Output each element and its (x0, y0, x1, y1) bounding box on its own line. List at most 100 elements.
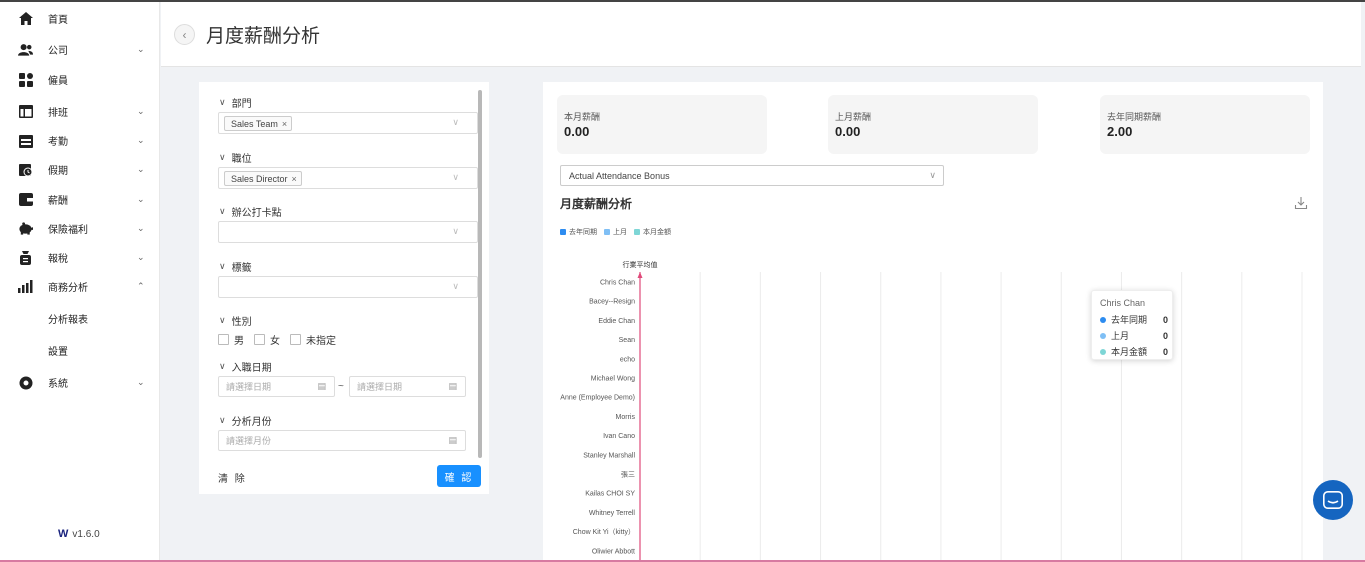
sidebar-item-home[interactable]: 首頁 (0, 4, 160, 33)
clear-button[interactable]: 清 除 (218, 470, 247, 485)
sidebar-item-company[interactable]: 公司 ⌄ (0, 35, 160, 64)
app-version: W v1.6.0 (58, 528, 100, 540)
tooltip-row: 本月金額 0 (1100, 345, 1168, 358)
filter-department-label[interactable]: ∨ 部門 (219, 95, 252, 110)
chevron-down-icon: ⌄ (137, 164, 145, 174)
chevron-down-icon: ∨ (219, 361, 226, 371)
calendar-clock-icon (18, 163, 33, 177)
filter-tags-label[interactable]: ∨ 標籤 (219, 259, 252, 274)
sidebar-subitem-settings[interactable]: 設置 (0, 336, 160, 365)
close-icon[interactable]: × (282, 119, 287, 129)
chevron-down-icon: ⌄ (137, 106, 145, 116)
gender-male-checkbox[interactable]: 男 (218, 332, 244, 347)
sidebar-item-tax[interactable]: 報稅 ⌄ (0, 243, 160, 272)
tags-select[interactable]: ∨ (218, 276, 478, 298)
sidebar-item-system[interactable]: 系統 ⌄ (0, 368, 160, 397)
category-label: Eddie Chan (598, 318, 635, 325)
chevron-down-icon: ∨ (929, 170, 936, 180)
legend-label: 本月金額 (643, 229, 671, 236)
filter-join-date-label[interactable]: ∨ 入職日期 (219, 359, 272, 374)
position-tag: Sales Director × (224, 171, 302, 186)
sidebar-item-attendance[interactable]: 考勤 ⌄ (0, 126, 160, 155)
analysis-month-input[interactable]: 請選擇月份 ▤ (218, 430, 466, 451)
sidebar: 首頁 公司 ⌄ 僱員 排班 ⌄ 考勤 ⌄ 假期 ⌄ 薪酬 ⌄ 保險福利 ⌄ 報稅… (0, 2, 160, 560)
sidebar-item-label: 僱員 (48, 76, 68, 87)
department-tag: Sales Team × (224, 116, 293, 131)
category-label: Michael Wong (591, 376, 635, 383)
sidebar-item-label: 系統 (48, 379, 68, 390)
chevron-down-icon: ∨ (219, 152, 226, 162)
chart-title: 月度薪酬分析 (560, 197, 633, 211)
bar-chart-icon (18, 280, 33, 294)
category-label: 張三 (621, 471, 635, 479)
sidebar-item-scheduling[interactable]: 排班 ⌄ (0, 97, 160, 126)
filter-position-label[interactable]: ∨ 職位 (219, 150, 252, 165)
sidebar-item-label: 假期 (48, 166, 68, 177)
legend-label: 上月 (613, 229, 627, 236)
gender-female-checkbox[interactable]: 女 (254, 332, 280, 347)
stat-card-last-month: 上月薪酬 0.00 (828, 95, 1038, 154)
sidebar-item-label: 報稅 (48, 254, 68, 265)
filter-office-label[interactable]: ∨ 辦公打卡點 (219, 204, 282, 219)
legend-item[interactable]: 去年同期 (560, 227, 597, 237)
version-text: v1.6.0 (72, 528, 100, 540)
grid-icon (18, 72, 33, 87)
sidebar-item-payroll[interactable]: 薪酬 ⌄ (0, 185, 160, 214)
gender-options: 男 女 未指定 (218, 332, 346, 347)
sidebar-item-label: 設置 (48, 347, 68, 358)
chevron-down-icon: ⌄ (137, 135, 145, 145)
chart-tooltip: Chris Chan 去年同期 0 上月 0 本月金額 0 (1091, 290, 1173, 360)
category-label: Chow Kit Yi（kitty） (573, 528, 635, 536)
chevron-down-icon: ∨ (452, 226, 459, 236)
tooltip-dot-last-month (1100, 332, 1106, 339)
category-label: Chris Chan (600, 280, 635, 287)
department-select[interactable]: Sales Team × ∨ (218, 112, 478, 134)
chevron-down-icon: ⌄ (137, 44, 145, 54)
sidebar-item-label: 薪酬 (48, 196, 68, 207)
chevron-down-icon: ∨ (219, 206, 226, 216)
filter-month-label[interactable]: ∨ 分析月份 (219, 413, 272, 428)
calendar-icon: ▤ (448, 381, 457, 391)
position-select[interactable]: Sales Director × ∨ (218, 167, 478, 189)
category-label: Morris (616, 414, 636, 421)
chat-button[interactable] (1313, 480, 1353, 520)
chevron-down-icon: ⌄ (137, 377, 145, 387)
sidebar-item-employees[interactable]: 僱員 (0, 65, 160, 94)
chevron-down-icon: ∨ (219, 415, 226, 425)
sidebar-item-insurance[interactable]: 保險福利 ⌄ (0, 214, 160, 243)
category-label: Bacey--Resign (589, 299, 635, 306)
calendar-icon (18, 134, 33, 148)
join-date-start-input[interactable]: 請選擇日期 ▤ (218, 376, 335, 397)
gender-unspecified-checkbox[interactable]: 未指定 (290, 332, 336, 347)
sidebar-item-business-analysis[interactable]: 商務分析 ⌃ (0, 272, 160, 301)
reference-line-arrow (637, 272, 643, 278)
category-label: echo (620, 356, 635, 363)
legend-item[interactable]: 上月 (604, 227, 627, 237)
confirm-button[interactable]: 確 認 (437, 465, 481, 487)
close-icon[interactable]: × (292, 174, 297, 184)
calendar-icon: ▤ (448, 435, 457, 445)
chevron-down-icon: ⌄ (137, 223, 145, 233)
date-range-separator: ~ (338, 381, 344, 392)
category-label: Ivan Cano (603, 433, 635, 440)
chat-icon (1323, 491, 1343, 509)
legend-label: 去年同期 (569, 229, 597, 236)
category-label: Stanley Marshall (583, 452, 635, 459)
office-select[interactable]: ∨ (218, 221, 478, 243)
back-button[interactable]: ‹ (174, 24, 195, 45)
sidebar-subitem-analysis-report[interactable]: 分析報表 (0, 304, 160, 333)
sidebar-item-leave[interactable]: 假期 ⌄ (0, 155, 160, 184)
filter-scrollbar[interactable] (478, 90, 482, 458)
chevron-down-icon: ⌄ (137, 194, 145, 204)
salary-item-select[interactable]: Actual Attendance Bonus ∨ (560, 165, 944, 186)
join-date-end-input[interactable]: 請選擇日期 ▤ (349, 376, 466, 397)
sidebar-item-label: 分析報表 (48, 315, 88, 326)
download-icon[interactable] (1294, 196, 1308, 210)
legend-swatch (634, 229, 640, 235)
tax-icon (18, 250, 33, 265)
page-header: ‹ 月度薪酬分析 (161, 2, 1361, 67)
legend-item[interactable]: 本月金額 (634, 227, 671, 237)
sidebar-item-label: 首頁 (48, 15, 68, 26)
filter-gender-label[interactable]: ∨ 性別 (219, 313, 252, 328)
legend-swatch (560, 229, 566, 235)
